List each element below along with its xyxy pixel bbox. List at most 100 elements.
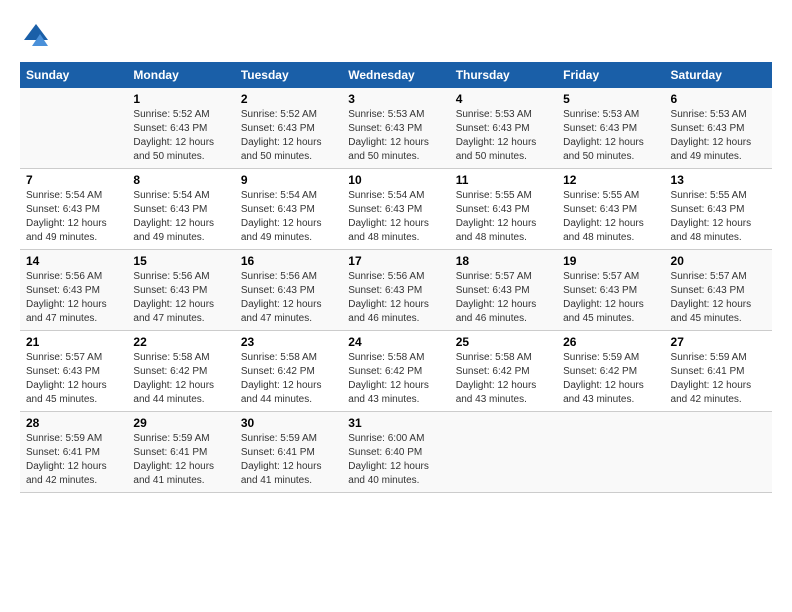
weekday-header-thursday: Thursday xyxy=(450,62,557,88)
calendar-week-row: 7 Sunrise: 5:54 AM Sunset: 6:43 PM Daylig… xyxy=(20,169,772,250)
day-info: Sunrise: 5:53 AM Sunset: 6:43 PM Dayligh… xyxy=(563,108,658,164)
calendar-cell: 3 Sunrise: 5:53 AM Sunset: 6:43 PM Daylig… xyxy=(342,88,449,169)
day-info: Sunrise: 5:58 AM Sunset: 6:42 PM Dayligh… xyxy=(348,351,443,407)
calendar-cell: 12 Sunrise: 5:55 AM Sunset: 6:43 PM Dayli… xyxy=(557,169,664,250)
day-number: 28 xyxy=(26,416,121,430)
day-number: 21 xyxy=(26,335,121,349)
day-info: Sunrise: 5:54 AM Sunset: 6:43 PM Dayligh… xyxy=(26,189,121,245)
day-number: 27 xyxy=(671,335,766,349)
day-number: 3 xyxy=(348,92,443,106)
day-number: 2 xyxy=(241,92,336,106)
day-info: Sunrise: 5:55 AM Sunset: 6:43 PM Dayligh… xyxy=(671,189,766,245)
page-header xyxy=(20,20,772,52)
day-number: 5 xyxy=(563,92,658,106)
day-number: 20 xyxy=(671,254,766,268)
day-info: Sunrise: 5:58 AM Sunset: 6:42 PM Dayligh… xyxy=(456,351,551,407)
day-info: Sunrise: 5:52 AM Sunset: 6:43 PM Dayligh… xyxy=(241,108,336,164)
calendar-week-row: 14 Sunrise: 5:56 AM Sunset: 6:43 PM Dayli… xyxy=(20,250,772,331)
calendar-header-row: SundayMondayTuesdayWednesdayThursdayFrid… xyxy=(20,62,772,88)
day-number: 19 xyxy=(563,254,658,268)
day-info: Sunrise: 5:53 AM Sunset: 6:43 PM Dayligh… xyxy=(348,108,443,164)
day-number: 17 xyxy=(348,254,443,268)
day-info: Sunrise: 5:59 AM Sunset: 6:42 PM Dayligh… xyxy=(563,351,658,407)
calendar-cell: 11 Sunrise: 5:55 AM Sunset: 6:43 PM Dayli… xyxy=(450,169,557,250)
calendar-table: SundayMondayTuesdayWednesdayThursdayFrid… xyxy=(20,62,772,493)
calendar-cell xyxy=(450,412,557,493)
weekday-header-monday: Monday xyxy=(127,62,234,88)
day-info: Sunrise: 5:57 AM Sunset: 6:43 PM Dayligh… xyxy=(26,351,121,407)
calendar-cell: 21 Sunrise: 5:57 AM Sunset: 6:43 PM Dayli… xyxy=(20,331,127,412)
day-info: Sunrise: 5:53 AM Sunset: 6:43 PM Dayligh… xyxy=(456,108,551,164)
calendar-week-row: 1 Sunrise: 5:52 AM Sunset: 6:43 PM Daylig… xyxy=(20,88,772,169)
day-number: 15 xyxy=(133,254,228,268)
calendar-cell: 5 Sunrise: 5:53 AM Sunset: 6:43 PM Daylig… xyxy=(557,88,664,169)
day-number: 24 xyxy=(348,335,443,349)
day-number: 16 xyxy=(241,254,336,268)
calendar-cell: 6Sunrise: 5:53 AM Sunset: 6:43 PM Daylig… xyxy=(665,88,772,169)
calendar-cell: 19 Sunrise: 5:57 AM Sunset: 6:43 PM Dayli… xyxy=(557,250,664,331)
day-info: Sunrise: 5:54 AM Sunset: 6:43 PM Dayligh… xyxy=(241,189,336,245)
calendar-cell xyxy=(20,88,127,169)
weekday-header-sunday: Sunday xyxy=(20,62,127,88)
day-number: 30 xyxy=(241,416,336,430)
weekday-header-saturday: Saturday xyxy=(665,62,772,88)
day-info: Sunrise: 5:59 AM Sunset: 6:41 PM Dayligh… xyxy=(241,432,336,488)
day-info: Sunrise: 5:55 AM Sunset: 6:43 PM Dayligh… xyxy=(563,189,658,245)
calendar-cell: 24 Sunrise: 5:58 AM Sunset: 6:42 PM Dayli… xyxy=(342,331,449,412)
day-info: Sunrise: 5:52 AM Sunset: 6:43 PM Dayligh… xyxy=(133,108,228,164)
day-info: Sunrise: 5:54 AM Sunset: 6:43 PM Dayligh… xyxy=(133,189,228,245)
day-number: 6 xyxy=(671,92,766,106)
day-number: 1 xyxy=(133,92,228,106)
day-number: 23 xyxy=(241,335,336,349)
day-number: 10 xyxy=(348,173,443,187)
day-number: 22 xyxy=(133,335,228,349)
calendar-cell: 14 Sunrise: 5:56 AM Sunset: 6:43 PM Dayli… xyxy=(20,250,127,331)
day-info: Sunrise: 5:57 AM Sunset: 6:43 PM Dayligh… xyxy=(671,270,766,326)
calendar-cell: 17 Sunrise: 5:56 AM Sunset: 6:43 PM Dayli… xyxy=(342,250,449,331)
day-number: 13 xyxy=(671,173,766,187)
day-number: 8 xyxy=(133,173,228,187)
calendar-cell xyxy=(557,412,664,493)
calendar-cell: 31 Sunrise: 6:00 AM Sunset: 6:40 PM Dayli… xyxy=(342,412,449,493)
calendar-cell: 1 Sunrise: 5:52 AM Sunset: 6:43 PM Daylig… xyxy=(127,88,234,169)
logo xyxy=(20,20,56,52)
calendar-cell: 10Sunrise: 5:54 AM Sunset: 6:43 PM Dayli… xyxy=(342,169,449,250)
day-info: Sunrise: 5:56 AM Sunset: 6:43 PM Dayligh… xyxy=(26,270,121,326)
logo-icon xyxy=(20,20,52,52)
day-number: 12 xyxy=(563,173,658,187)
calendar-week-row: 21 Sunrise: 5:57 AM Sunset: 6:43 PM Dayli… xyxy=(20,331,772,412)
calendar-cell: 20 Sunrise: 5:57 AM Sunset: 6:43 PM Dayli… xyxy=(665,250,772,331)
weekday-header-friday: Friday xyxy=(557,62,664,88)
day-number: 29 xyxy=(133,416,228,430)
day-info: Sunrise: 5:58 AM Sunset: 6:42 PM Dayligh… xyxy=(241,351,336,407)
day-number: 9 xyxy=(241,173,336,187)
day-number: 31 xyxy=(348,416,443,430)
calendar-cell: 22Sunrise: 5:58 AM Sunset: 6:42 PM Dayli… xyxy=(127,331,234,412)
day-info: Sunrise: 5:59 AM Sunset: 6:41 PM Dayligh… xyxy=(671,351,766,407)
day-info: Sunrise: 5:56 AM Sunset: 6:43 PM Dayligh… xyxy=(348,270,443,326)
calendar-cell: 15 Sunrise: 5:56 AM Sunset: 6:43 PM Dayli… xyxy=(127,250,234,331)
calendar-cell: 29Sunrise: 5:59 AM Sunset: 6:41 PM Dayli… xyxy=(127,412,234,493)
weekday-header-tuesday: Tuesday xyxy=(235,62,342,88)
day-number: 4 xyxy=(456,92,551,106)
day-number: 7 xyxy=(26,173,121,187)
calendar-cell: 2 Sunrise: 5:52 AM Sunset: 6:43 PM Daylig… xyxy=(235,88,342,169)
calendar-cell: 16 Sunrise: 5:56 AM Sunset: 6:43 PM Dayli… xyxy=(235,250,342,331)
calendar-cell: 4 Sunrise: 5:53 AM Sunset: 6:43 PM Daylig… xyxy=(450,88,557,169)
day-info: Sunrise: 5:56 AM Sunset: 6:43 PM Dayligh… xyxy=(241,270,336,326)
day-info: Sunrise: 5:57 AM Sunset: 6:43 PM Dayligh… xyxy=(456,270,551,326)
calendar-cell xyxy=(665,412,772,493)
calendar-cell: 25Sunrise: 5:58 AM Sunset: 6:42 PM Dayli… xyxy=(450,331,557,412)
weekday-header-wednesday: Wednesday xyxy=(342,62,449,88)
calendar-cell: 26Sunrise: 5:59 AM Sunset: 6:42 PM Dayli… xyxy=(557,331,664,412)
calendar-cell: 7 Sunrise: 5:54 AM Sunset: 6:43 PM Daylig… xyxy=(20,169,127,250)
day-number: 11 xyxy=(456,173,551,187)
day-number: 14 xyxy=(26,254,121,268)
calendar-cell: 28 Sunrise: 5:59 AM Sunset: 6:41 PM Dayli… xyxy=(20,412,127,493)
day-info: Sunrise: 6:00 AM Sunset: 6:40 PM Dayligh… xyxy=(348,432,443,488)
day-info: Sunrise: 5:56 AM Sunset: 6:43 PM Dayligh… xyxy=(133,270,228,326)
day-info: Sunrise: 5:57 AM Sunset: 6:43 PM Dayligh… xyxy=(563,270,658,326)
day-info: Sunrise: 5:55 AM Sunset: 6:43 PM Dayligh… xyxy=(456,189,551,245)
day-info: Sunrise: 5:59 AM Sunset: 6:41 PM Dayligh… xyxy=(26,432,121,488)
calendar-cell: 13 Sunrise: 5:55 AM Sunset: 6:43 PM Dayli… xyxy=(665,169,772,250)
